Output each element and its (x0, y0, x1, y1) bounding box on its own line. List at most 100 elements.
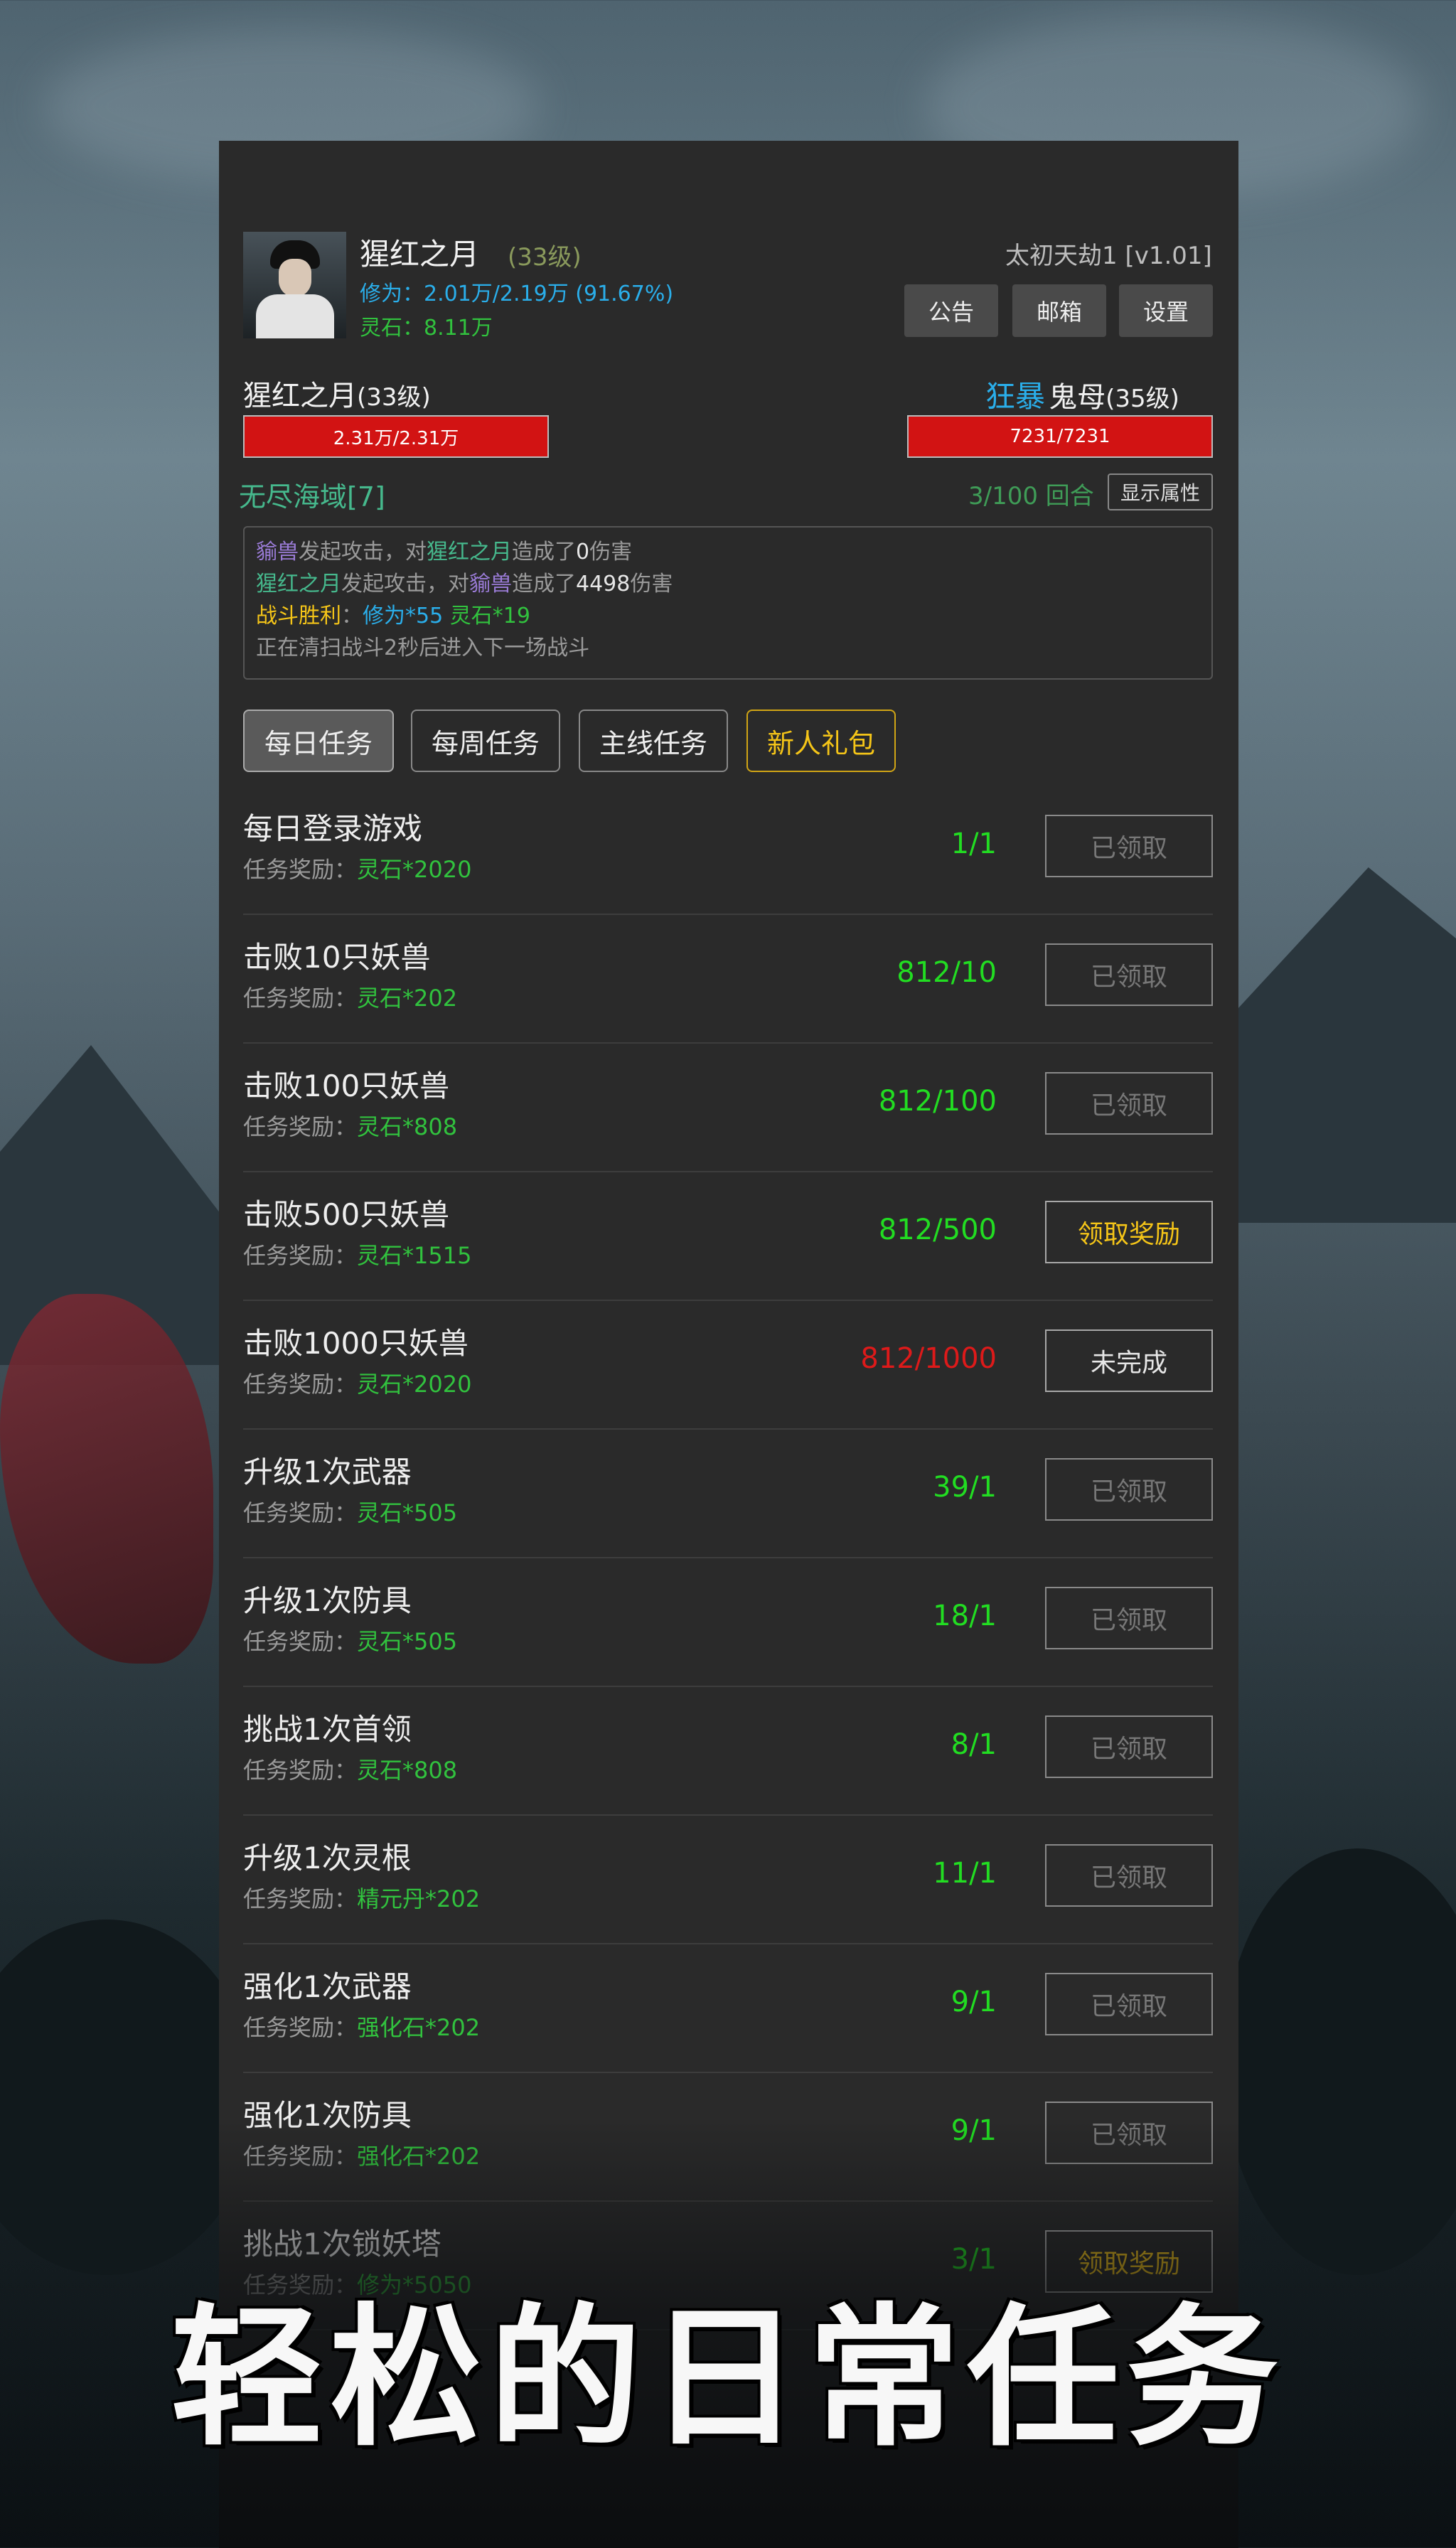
task-progress: 39/1 (933, 1471, 997, 1504)
log-text: 战斗胜利 (256, 604, 341, 628)
task-reward: 任务奖励：灵石*808 (243, 1109, 457, 1142)
task-progress: 1/1 (951, 828, 997, 860)
show-attributes-button[interactable]: 显示属性 (1108, 473, 1213, 510)
log-text: 貐兽 (469, 572, 512, 596)
task-title: 击败500只妖兽 (243, 1197, 450, 1232)
tab-main[interactable]: 主线任务 (579, 710, 728, 772)
task-row: 升级1次武器 任务奖励：灵石*505 39/1 已领取 (243, 1430, 1213, 1558)
task-row: 击败500只妖兽 任务奖励：灵石*1515 812/500 领取奖励 (243, 1172, 1213, 1301)
log-text: 造成了 (512, 540, 576, 564)
task-title: 升级1次武器 (243, 1455, 412, 1489)
task-progress: 9/1 (951, 1986, 997, 2018)
task-reward-label: 任务奖励： (243, 1371, 358, 1398)
task-row: 击败10只妖兽 任务奖励：灵石*202 812/10 已领取 (243, 915, 1213, 1044)
log-line: 正在清扫战斗2秒后进入下一场战斗 (256, 636, 590, 660)
enemy-tag: 狂暴 (985, 379, 1046, 414)
task-title: 强化1次武器 (243, 1969, 412, 2004)
tab-newbie-gift[interactable]: 新人礼包 (746, 710, 896, 772)
task-reward-value: 灵石*808 (357, 1113, 458, 1140)
task-row: 击败100只妖兽 任务奖励：灵石*808 812/100 已领取 (243, 1044, 1213, 1172)
task-reward-value: 精元丹*202 (357, 1885, 481, 1912)
spirit-stones: 灵石：8.11万 (360, 316, 493, 341)
task-title: 击败1000只妖兽 (243, 1326, 469, 1361)
task-action-button[interactable]: 已领取 (1045, 1973, 1213, 2035)
task-reward: 任务奖励：灵石*2020 (243, 1366, 471, 1399)
task-reward: 任务奖励：灵石*1515 (243, 1238, 471, 1270)
log-text: ： (341, 604, 363, 628)
background-foliage (1223, 1848, 1456, 2275)
task-action-button[interactable]: 已领取 (1045, 815, 1213, 877)
cultivation-progress: 修为：2.01万/2.19万 (91.67%) (360, 282, 674, 306)
log-text: 灵石*19 (449, 604, 530, 628)
task-row: 击败1000只妖兽 任务奖励：灵石*2020 812/1000 未完成 (243, 1301, 1213, 1430)
task-action-button[interactable]: 领取奖励 (1045, 1201, 1213, 1263)
task-progress: 812/500 (878, 1214, 997, 1246)
task-reward-value: 灵石*2020 (357, 856, 472, 883)
task-reward: 任务奖励：灵石*2020 (243, 852, 471, 884)
task-progress: 812/100 (878, 1085, 997, 1118)
log-line: 猩红之月发起攻击，对貐兽造成了4498伤害 (256, 568, 1200, 600)
task-progress: 18/1 (933, 1600, 997, 1632)
log-text: 造成了 (512, 572, 576, 596)
task-action-button[interactable]: 已领取 (1045, 1844, 1213, 1907)
tab-daily[interactable]: 每日任务 (243, 710, 394, 772)
task-action-button[interactable]: 已领取 (1045, 1587, 1213, 1649)
task-reward-label: 任务奖励： (243, 1757, 358, 1784)
task-reward-label: 任务奖励： (243, 2014, 358, 2041)
log-text: 伤害 (589, 540, 633, 564)
task-reward-label: 任务奖励： (243, 856, 358, 883)
notice-button[interactable]: 公告 (904, 284, 998, 337)
avatar-face (279, 259, 311, 297)
tab-weekly[interactable]: 每周任务 (411, 710, 560, 772)
task-row: 升级1次灵根任务奖励：精元丹*202 11/1 已领取 (243, 1816, 1213, 1944)
log-text: 伤害 (630, 572, 673, 596)
task-reward-label: 任务奖励： (243, 985, 358, 1012)
player-avatar[interactable] (243, 232, 346, 338)
log-text: 发起攻击，对 (299, 540, 427, 564)
task-action-button[interactable]: 已领取 (1045, 1458, 1213, 1521)
task-reward-label: 任务奖励： (243, 1628, 358, 1655)
task-reward-value: 强化石*202 (357, 2014, 481, 2041)
log-text: 发起攻击，对 (341, 572, 469, 596)
task-title: 挑战1次首领 (243, 1712, 412, 1747)
promo-banner: 轻松的日常任务 (171, 2289, 1285, 2467)
task-progress: 812/10 (896, 956, 997, 989)
task-progress: 11/1 (933, 1857, 997, 1890)
background-foliage (0, 1920, 256, 2275)
log-text: 猩红之月 (427, 540, 512, 564)
task-action-button[interactable]: 未完成 (1045, 1329, 1213, 1392)
battle-player-name: 猩红之月 (243, 380, 357, 412)
task-action-button[interactable]: 已领取 (1045, 1072, 1213, 1135)
task-reward: 任务奖励：灵石*808 (243, 1752, 457, 1785)
task-row: 升级1次防具任务奖励：灵石*505 18/1 已领取 (243, 1558, 1213, 1687)
task-reward-label: 任务奖励： (243, 1113, 358, 1140)
task-action-button[interactable]: 已领取 (1045, 1715, 1213, 1778)
task-reward-label: 任务奖励： (243, 1499, 358, 1526)
task-reward: 任务奖励：灵石*202 (243, 980, 457, 1013)
task-title: 击败100只妖兽 (243, 1069, 450, 1103)
task-title: 升级1次灵根 (243, 1841, 412, 1875)
task-title: 击败10只妖兽 (243, 940, 431, 975)
battle-player: 猩红之月(33级) (243, 373, 431, 414)
task-action-button[interactable]: 已领取 (1045, 943, 1213, 1006)
task-reward: 任务奖励：强化石*202 (243, 2010, 480, 2043)
task-title: 升级1次防具 (243, 1583, 412, 1618)
task-reward-value: 灵石*1515 (357, 1242, 472, 1269)
log-text: 4498 (576, 572, 631, 596)
task-reward: 任务奖励：精元丹*202 (243, 1881, 480, 1914)
task-reward-value: 灵石*808 (357, 1757, 458, 1784)
settings-button[interactable]: 设置 (1119, 284, 1213, 337)
log-line: 貐兽发起攻击，对猩红之月造成了0伤害 (256, 536, 1200, 568)
task-title: 每日登录游戏 (243, 811, 423, 846)
task-reward-value: 灵石*202 (357, 985, 458, 1012)
battle-player-level: (33级) (357, 383, 431, 412)
mail-button[interactable]: 邮箱 (1012, 284, 1106, 337)
task-reward-value: 灵石*505 (357, 1628, 458, 1655)
enemy-hp-bar: 7231/7231 (907, 415, 1213, 458)
log-line: 战斗胜利：修为*55 灵石*19 (256, 600, 1200, 632)
task-reward-label: 任务奖励： (243, 1885, 358, 1912)
task-reward-label: 任务奖励： (243, 1242, 358, 1269)
enemy-level: (35级) (1106, 385, 1179, 413)
task-row: 强化1次武器任务奖励：强化石*202 9/1 已领取 (243, 1944, 1213, 2073)
